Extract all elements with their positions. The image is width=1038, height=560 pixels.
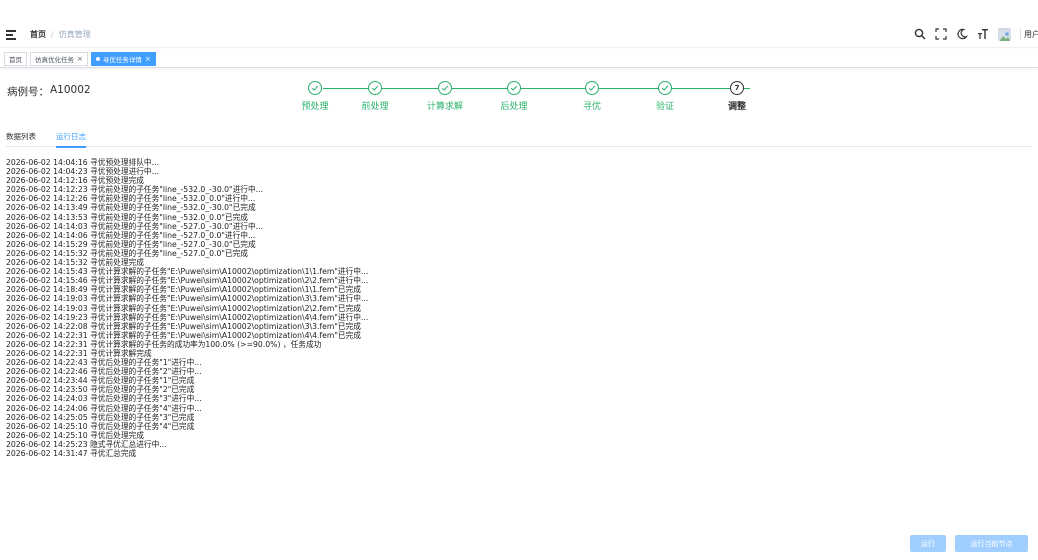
step-post-processing: 后处理 <box>479 79 549 112</box>
hamburger-menu-icon[interactable] <box>6 30 16 40</box>
active-dot-icon <box>95 56 100 61</box>
avatar[interactable] <box>998 27 1011 41</box>
step-verify: 验证 <box>630 79 700 112</box>
log-line: 2026-06-02 14:19:23 寻优计算求解的子任务"E:\Puwei\… <box>6 312 369 322</box>
log-line: 2026-06-02 14:22:43 寻优后处理的子任务"1"进行中... <box>6 358 202 368</box>
tags-view: 首页 仿真优化任务 × 寻优任务详情 × <box>0 50 1038 68</box>
step-label: 后处理 <box>500 102 528 112</box>
check-icon <box>438 81 452 95</box>
log-line: 2026-06-02 14:15:32 寻优前处理的子任务"line_-527.… <box>6 248 248 258</box>
tab-run-log[interactable]: 运行日志 <box>56 130 86 148</box>
log-line: 2026-06-02 14:12:23 寻优前处理的子任务"line_-532.… <box>6 185 263 195</box>
step-number: 7 <box>730 81 744 95</box>
log-line: 2026-06-02 14:22:46 寻优后处理的子任务"2"进行中... <box>6 367 202 377</box>
tab-data-list[interactable]: 数据列表 <box>6 130 36 147</box>
tag-task-detail[interactable]: 寻优任务详情 × <box>90 51 156 66</box>
log-line: 2026-06-02 14:19:03 寻优计算求解的子任务"E:\Puwei\… <box>6 294 369 304</box>
check-icon <box>507 81 521 95</box>
font-size-icon[interactable] <box>977 28 989 40</box>
log-line: 2026-06-02 14:25:10 寻优后处理的子任务"4"已完成 <box>6 421 195 431</box>
detail-tabs: 数据列表 运行日志 <box>6 130 1032 148</box>
steps-progress-line <box>323 88 750 89</box>
breadcrumb-separator: / <box>51 30 54 39</box>
log-line: 2026-06-02 14:13:53 寻优前处理的子任务"line_-532.… <box>6 212 248 222</box>
case-number-value: A10002 <box>50 84 91 96</box>
log-line: 2026-06-02 14:04:23 寻优预处理进行中... <box>6 167 159 177</box>
search-icon[interactable] <box>914 28 926 40</box>
check-icon <box>308 81 322 95</box>
step-optimize: 寻优 <box>557 79 627 112</box>
check-icon <box>585 81 599 95</box>
tag-label: 寻优任务详情 <box>102 55 142 64</box>
log-line: 2026-06-02 14:12:16 寻优预处理完成 <box>6 176 144 186</box>
log-line: 2026-06-02 14:22:08 寻优计算求解的子任务"E:\Puwei\… <box>6 321 361 331</box>
navbar: 首页 / 仿真管理 用户 <box>0 0 1038 48</box>
run-current-node-button[interactable]: 运行当前节点 <box>955 535 1028 552</box>
log-line: 2026-06-02 14:25:10 寻优后处理完成 <box>6 430 144 440</box>
log-line: 2026-06-02 14:24:06 寻优后处理的子任务"4"进行中... <box>6 403 202 413</box>
close-icon[interactable]: × <box>145 55 151 63</box>
breadcrumb-home[interactable]: 首页 <box>30 29 46 40</box>
case-number: 病例号： A10002 <box>7 84 91 99</box>
tag-label: 仿真优化任务 <box>35 55 74 64</box>
log-line: 2026-06-02 14:24:03 寻优后处理的子任务"3"进行中... <box>6 394 202 404</box>
breadcrumb-current: 仿真管理 <box>58 30 91 39</box>
close-icon[interactable]: × <box>77 55 83 63</box>
process-steps: 预处理 前处理 计算求解 后处理 寻优 验证 7 调整 <box>280 79 755 115</box>
log-line: 2026-06-02 14:04:16 寻优预处理排队中... <box>6 158 159 167</box>
check-icon <box>658 81 672 95</box>
log-line: 2026-06-02 14:22:31 寻优计算求解的子任务"E:\Puwei\… <box>6 330 361 340</box>
right-toolbar: 用户 <box>914 25 1038 43</box>
log-line: 2026-06-02 14:22:31 寻优计算求解的子任务的成功率为100.0… <box>6 339 322 349</box>
log-line: 2026-06-02 14:15:29 寻优前处理的子任务"line_-527.… <box>6 239 256 249</box>
run-log: 2026-06-02 14:04:16 寻优预处理排队中... 2026-06-0… <box>6 158 906 560</box>
log-line: 2026-06-02 14:14:03 寻优前处理的子任务"line_-527.… <box>6 221 263 231</box>
tag-label: 首页 <box>9 55 22 64</box>
log-line: 2026-06-02 14:22:31 寻优计算求解完成 <box>6 348 152 358</box>
run-button[interactable]: 运行 <box>910 535 946 552</box>
log-line: 2026-06-02 14:15:43 寻优计算求解的子任务"E:\Puwei\… <box>6 267 369 277</box>
theme-icon[interactable] <box>956 28 968 40</box>
log-line: 2026-06-02 14:31:47 寻优汇总完成 <box>6 449 137 458</box>
step-solve: 计算求解 <box>410 79 480 112</box>
tag-home[interactable]: 首页 <box>4 51 27 66</box>
step-adjust: 7 调整 <box>702 79 772 112</box>
case-number-label: 病例号： <box>7 86 49 98</box>
log-line: 2026-06-02 14:15:32 寻优前处理完成 <box>6 258 144 268</box>
user-name[interactable]: 用户 <box>1020 28 1038 40</box>
fullscreen-icon[interactable] <box>935 28 947 40</box>
log-line: 2026-06-02 14:23:44 寻优后处理的子任务"1"已完成 <box>6 376 195 386</box>
check-icon <box>368 81 382 95</box>
log-line: 2026-06-02 14:25:23 隐式寻优汇总进行中... <box>6 439 167 449</box>
log-line: 2026-06-02 14:15:46 寻优计算求解的子任务"E:\Puwei\… <box>6 276 369 286</box>
step-label: 计算求解 <box>426 102 463 112</box>
step-label: 调整 <box>727 102 746 112</box>
log-line: 2026-06-02 14:19:03 寻优计算求解的子任务"E:\Puwei\… <box>6 303 361 313</box>
log-line: 2026-06-02 14:13:49 寻优前处理的子任务"line_-532.… <box>6 203 256 213</box>
log-line: 2026-06-02 14:14:06 寻优前处理的子任务"line_-527.… <box>6 230 256 240</box>
step-pre-processing: 前处理 <box>340 79 410 112</box>
breadcrumb: 首页 / 仿真管理 <box>30 29 91 40</box>
step-label: 验证 <box>655 102 674 112</box>
step-label: 寻优 <box>582 102 601 112</box>
step-label: 前处理 <box>361 102 389 112</box>
log-line: 2026-06-02 14:25:05 寻优后处理的子任务"3"已完成 <box>6 412 195 422</box>
tag-simulation-tasks[interactable]: 仿真优化任务 × <box>30 51 88 66</box>
